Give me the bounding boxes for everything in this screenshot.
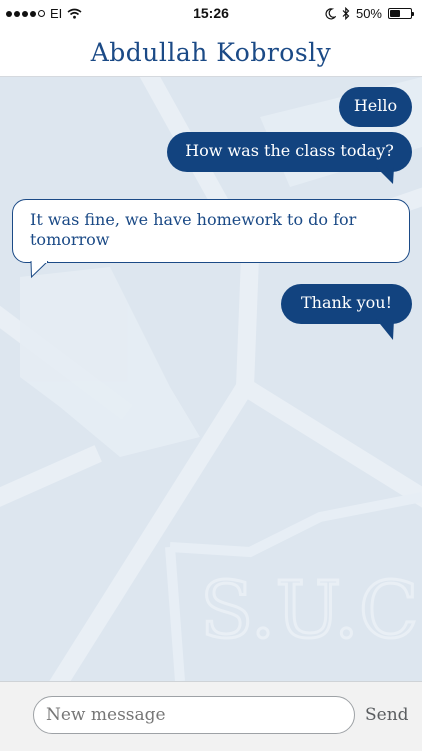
bubble-tail	[376, 319, 394, 340]
message-text: Thank you!	[300, 293, 392, 312]
bubble-tail	[376, 167, 394, 184]
contact-name: Abdullah Kobrosly	[90, 37, 332, 67]
message-text: Hello	[353, 96, 398, 115]
message-input[interactable]	[33, 696, 355, 734]
chat-header: Abdullah Kobrosly	[0, 28, 422, 77]
message-bubble-incoming[interactable]: It was fine, we have homework to do for …	[12, 199, 410, 263]
watermark-text: S.U.C	[200, 566, 419, 656]
status-right: 50%	[325, 6, 414, 21]
message-bubble-outgoing[interactable]: How was the class today?	[167, 132, 412, 172]
bubble-tail	[30, 261, 49, 279]
message-text: It was fine, we have homework to do for …	[30, 210, 357, 249]
battery-icon	[388, 8, 414, 19]
send-button[interactable]: Send	[365, 705, 409, 725]
message-list[interactable]: S.U.C Hello How was the class today? It …	[0, 77, 422, 681]
status-bar: EI 15:26 50%	[0, 0, 422, 28]
bluetooth-icon	[342, 7, 350, 20]
message-composer: Send	[0, 681, 422, 751]
battery-percent: 50%	[355, 6, 382, 21]
message-text: How was the class today?	[185, 141, 394, 160]
moon-icon	[325, 7, 336, 19]
message-bubble-outgoing[interactable]: Thank you!	[281, 284, 412, 324]
message-bubble-outgoing[interactable]: Hello	[339, 87, 412, 127]
